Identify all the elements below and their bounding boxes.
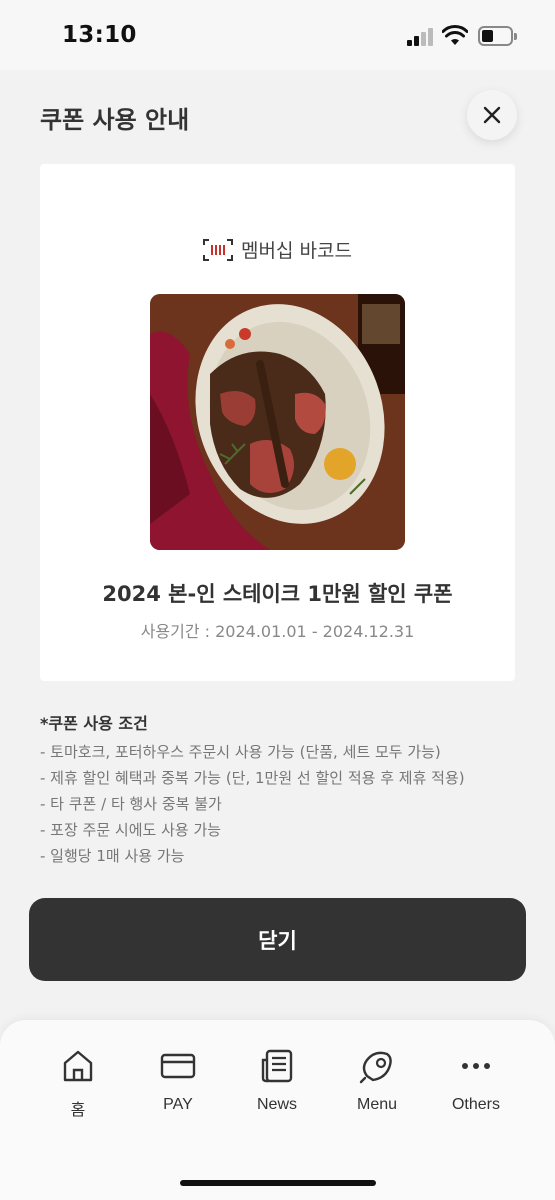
meat-icon xyxy=(359,1051,392,1084)
coupon-title: 2024 본-인 스테이크 1만원 할인 쿠폰 xyxy=(102,582,453,606)
news-icon xyxy=(261,1049,293,1083)
terms-title: *쿠폰 사용 조건 xyxy=(40,714,148,733)
tab-news[interactable]: News xyxy=(232,1048,322,1114)
tab-label: Menu xyxy=(356,1096,398,1113)
list-item: - 제휴 할인 혜택과 중복 가능 (단, 1만원 선 할인 적용 후 제휴 적… xyxy=(40,769,465,787)
list-item: - 일행당 1매 사용 가능 xyxy=(40,847,185,865)
page-title: 쿠폰 사용 안내 xyxy=(40,106,190,134)
cellular-signal-icon xyxy=(407,28,435,46)
home-indicator xyxy=(180,1180,376,1186)
close-icon xyxy=(483,106,501,124)
list-item: - 타 쿠폰 / 타 행사 중복 불가 xyxy=(40,795,222,813)
card-icon xyxy=(160,1053,196,1079)
coupon-period: 사용기간 : 2024.01.01 - 2024.12.31 xyxy=(140,622,415,641)
close-main-button[interactable]: 닫기 xyxy=(29,898,526,981)
wifi-icon xyxy=(442,25,468,45)
steak-photo xyxy=(150,294,405,550)
battery-icon xyxy=(478,26,518,46)
coupon-card: 멤버십 바코드 2024 본-인 스테이크 1만원 할인 쿠폰 사용기간: 2… xyxy=(40,164,515,681)
more-icon xyxy=(462,1063,490,1069)
status-bar: 13:10 xyxy=(0,0,555,70)
tab-label: Others xyxy=(451,1096,500,1113)
tab-label: PAY xyxy=(163,1096,193,1113)
tab-label: News xyxy=(256,1096,297,1113)
terms-list: - 토마호크, 포터하우스 주문시 사용 가능 (단품, 세트 모두 가능) -… xyxy=(40,739,465,869)
tab-menu[interactable]: Menu xyxy=(332,1048,422,1114)
bottom-tab-bar: 홈 PAY News Menu Others xyxy=(0,1020,555,1200)
membership-barcode-link[interactable]: 멤버십 바코드 xyxy=(40,236,515,263)
home-icon xyxy=(63,1050,93,1082)
list-item: - 토마호크, 포터하우스 주문시 사용 가능 (단품, 세트 모두 가능) xyxy=(40,743,441,761)
tab-home[interactable]: 홈 xyxy=(33,1048,123,1120)
barcode-icon xyxy=(203,238,234,261)
status-time: 13:10 xyxy=(62,22,137,48)
list-item: - 포장 주문 시에도 사용 가능 xyxy=(40,821,222,839)
tab-label: 홈 xyxy=(70,1102,86,1119)
close-button[interactable] xyxy=(467,90,517,140)
tab-pay[interactable]: PAY xyxy=(133,1048,223,1114)
tab-others[interactable]: Others xyxy=(431,1048,521,1114)
barcode-label: 멤버십 바코드 xyxy=(241,240,352,262)
